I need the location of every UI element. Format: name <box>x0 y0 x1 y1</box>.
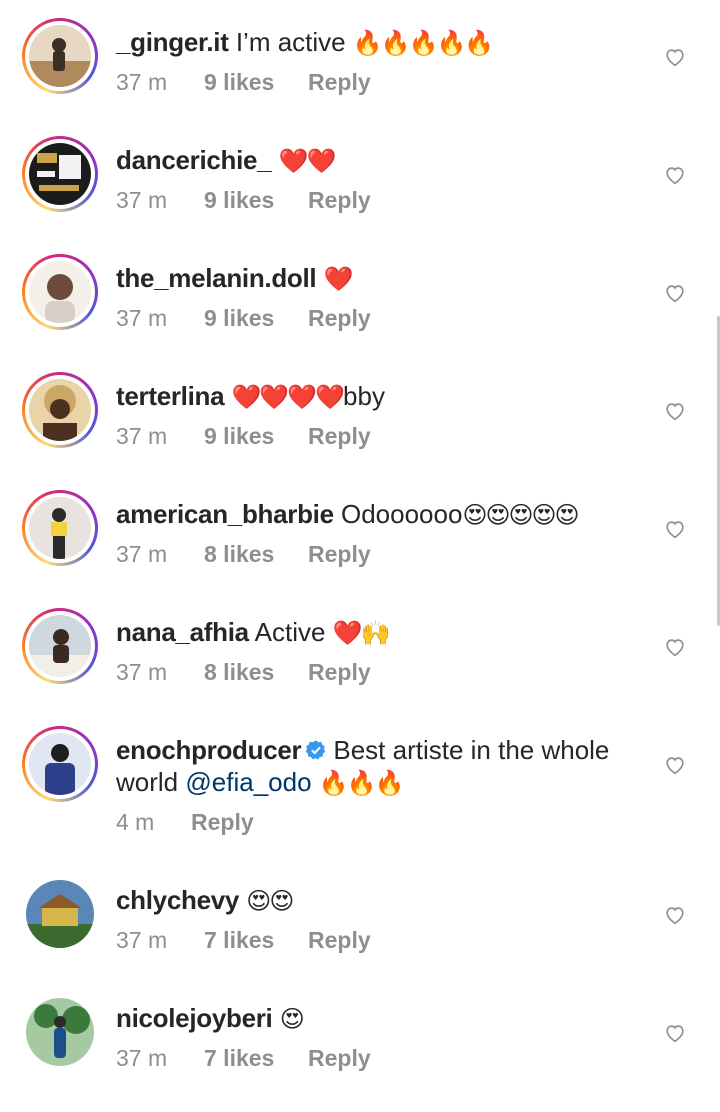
comment-meta: 37 m 9 likes Reply <box>116 304 371 332</box>
comment-text: nicolejoyberi 😍 <box>116 1002 638 1036</box>
comment-time: 37 m <box>116 659 168 685</box>
comment-time: 4 m <box>116 809 155 835</box>
username[interactable]: nicolejoyberi <box>116 1003 273 1033</box>
avatar[interactable] <box>29 143 91 205</box>
avatar[interactable] <box>29 497 91 559</box>
username[interactable]: the_melanin.doll <box>116 263 317 293</box>
verified-badge-icon <box>306 740 326 760</box>
avatar[interactable] <box>29 261 91 323</box>
comment-body: Active <box>254 617 326 647</box>
avatar[interactable] <box>26 880 94 948</box>
comment-emoji: ❤️❤️❤️❤️ <box>231 384 346 411</box>
username[interactable]: nana_afhia <box>116 617 249 647</box>
avatar-ring[interactable] <box>22 372 98 448</box>
avatar-ring[interactable] <box>22 490 98 566</box>
heart-outline-icon[interactable] <box>664 164 686 186</box>
likes-count[interactable]: 8 likes <box>204 658 308 686</box>
comment-meta: 37 m 9 likes Reply <box>116 68 371 96</box>
comment-text: terterlina ❤️❤️❤️❤️bby <box>116 380 638 414</box>
comment-time: 37 m <box>116 305 168 331</box>
likes-count[interactable]: 9 likes <box>204 68 308 96</box>
avatar-ring[interactable] <box>22 18 98 94</box>
heart-outline-icon[interactable] <box>664 754 686 776</box>
likes-count[interactable]: 7 likes <box>204 1044 308 1072</box>
avatar-ring[interactable] <box>22 254 98 330</box>
comment-time: 37 m <box>116 69 168 95</box>
username[interactable]: american_bharbie <box>116 499 334 529</box>
avatar-ring[interactable] <box>22 994 98 1070</box>
reply-button[interactable]: Reply <box>308 926 371 954</box>
avatar[interactable] <box>26 998 94 1066</box>
comment-text: nana_afhia Active ❤️🙌 <box>116 616 638 650</box>
reply-button[interactable]: Reply <box>308 68 371 96</box>
comment-body: bby <box>343 381 385 411</box>
heart-outline-icon[interactable] <box>664 904 686 926</box>
heart-outline-icon[interactable] <box>664 46 686 68</box>
avatar-ring[interactable] <box>22 726 98 802</box>
comment-meta: 37 m 9 likes Reply <box>116 422 371 450</box>
avatar-ring[interactable] <box>22 608 98 684</box>
reply-button[interactable]: Reply <box>191 808 254 836</box>
mention-link[interactable]: @efia_odo <box>185 767 311 797</box>
comment-text: dancerichie_ ❤️❤️ <box>116 144 638 178</box>
reply-button[interactable]: Reply <box>308 186 371 214</box>
comment-meta: 4 m Reply <box>116 808 254 836</box>
reply-button[interactable]: Reply <box>308 658 371 686</box>
reply-button[interactable]: Reply <box>308 422 371 450</box>
comment-text: chlychevy 😍😍 <box>116 884 638 918</box>
avatar[interactable] <box>29 615 91 677</box>
likes-count[interactable]: 9 likes <box>204 304 308 332</box>
comment-emoji: 😍 <box>279 1006 305 1033</box>
heart-outline-icon[interactable] <box>664 1022 686 1044</box>
comment-text: enochproducer Best artiste in the whole w… <box>116 734 638 800</box>
comment-time: 37 m <box>116 1045 168 1071</box>
comment-meta: 37 m 9 likes Reply <box>116 186 371 214</box>
username[interactable]: terterlina <box>116 381 225 411</box>
heart-outline-icon[interactable] <box>664 636 686 658</box>
comment-text: _ginger.it I’m active 🔥🔥🔥🔥🔥 <box>116 26 638 60</box>
username[interactable]: _ginger.it <box>116 27 229 57</box>
comment-emoji: 🔥🔥🔥🔥🔥 <box>352 30 494 57</box>
comment-time: 37 m <box>116 187 168 213</box>
comment-time: 37 m <box>116 423 168 449</box>
comment-meta: 37 m 8 likes Reply <box>116 540 371 568</box>
comment-meta: 37 m 7 likes Reply <box>116 1044 371 1072</box>
likes-count[interactable]: 8 likes <box>204 540 308 568</box>
likes-count[interactable]: 9 likes <box>204 422 308 450</box>
comment-emoji: ❤️❤️ <box>278 148 337 175</box>
comment-meta: 37 m 7 likes Reply <box>116 926 371 954</box>
comment-body: I’m active <box>235 27 346 57</box>
reply-button[interactable]: Reply <box>308 540 371 568</box>
likes-count[interactable]: 9 likes <box>204 186 308 214</box>
comment-body: Odoooooo <box>340 499 463 529</box>
comment-emoji: ❤️🙌 <box>332 620 391 647</box>
comment-emoji: 😍😍 <box>246 888 294 915</box>
avatar-ring[interactable] <box>22 136 98 212</box>
username[interactable]: enochproducer <box>116 735 302 765</box>
comment-text: american_bharbie Odoooooo😍😍😍😍😍 <box>116 498 638 532</box>
avatar[interactable] <box>29 733 91 795</box>
avatar[interactable] <box>29 25 91 87</box>
avatar-ring[interactable] <box>22 876 98 952</box>
comment-meta: 37 m 8 likes Reply <box>116 658 371 686</box>
comment-text: the_melanin.doll ❤️ <box>116 262 638 296</box>
comment-emoji: 😍😍😍😍😍 <box>462 502 579 529</box>
heart-outline-icon[interactable] <box>664 518 686 540</box>
comment-time: 37 m <box>116 927 168 953</box>
comment-time: 37 m <box>116 541 168 567</box>
heart-outline-icon[interactable] <box>664 282 686 304</box>
reply-button[interactable]: Reply <box>308 304 371 332</box>
reply-button[interactable]: Reply <box>308 1044 371 1072</box>
likes-count[interactable]: 7 likes <box>204 926 308 954</box>
comment-emoji: ❤️ <box>323 266 354 293</box>
username[interactable]: chlychevy <box>116 885 239 915</box>
heart-outline-icon[interactable] <box>664 400 686 422</box>
avatar[interactable] <box>29 379 91 441</box>
username[interactable]: dancerichie_ <box>116 145 272 175</box>
comment-emoji: 🔥🔥🔥 <box>318 770 405 797</box>
